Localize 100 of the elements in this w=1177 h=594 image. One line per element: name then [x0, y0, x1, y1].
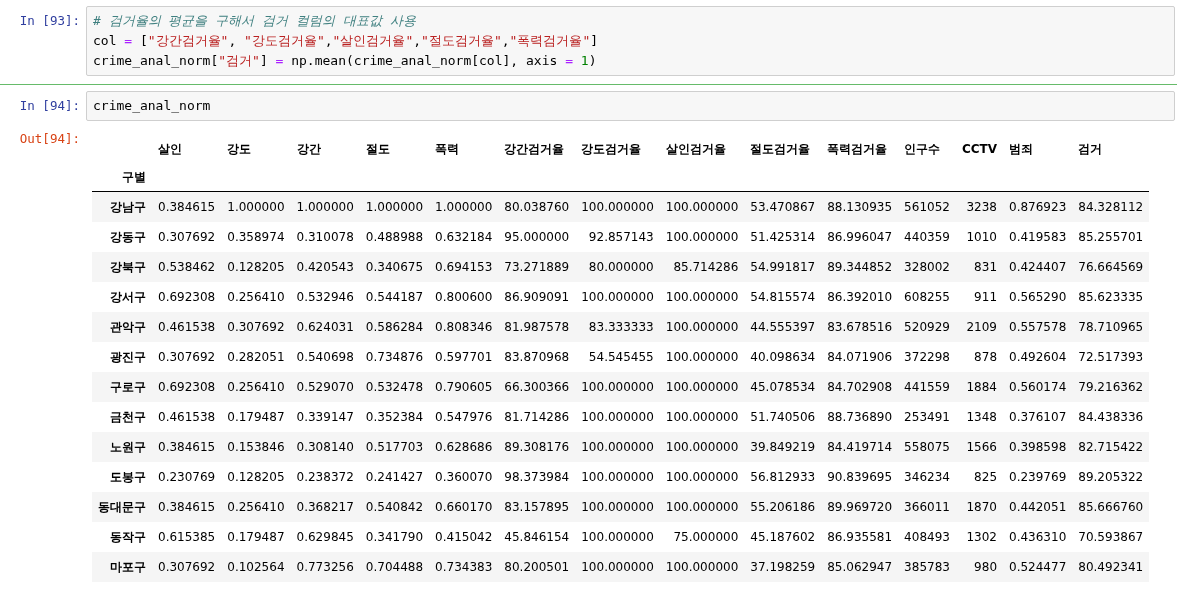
- table-cell: 88.130935: [821, 191, 899, 222]
- table-cell: 0.128205: [221, 462, 291, 492]
- table-cell: 385783: [898, 552, 956, 582]
- table-cell: 0.624031: [290, 312, 360, 342]
- code-cell[interactable]: # 검거율의 평균을 구해서 검거 컬럼의 대표값 사용 col = ["강간검거율", "강도검거율","살인검거율","절도검거율","폭력검거율"] crime_anal_norm["검거"] = np.mean(crime_anal_norm[col], axis = 1): [86, 6, 1175, 76]
- table-cell: 0.340675: [359, 252, 430, 282]
- table-cell: 66.300366: [498, 372, 576, 402]
- table-cell: 0.461538: [152, 312, 222, 342]
- table-cell: 84.438336: [1072, 402, 1150, 432]
- row-label: 강동구: [92, 222, 152, 252]
- column-header: 범죄: [1008, 140, 1034, 158]
- table-cell: 0.307692: [152, 552, 222, 582]
- table-cell: 86.909091: [498, 282, 576, 312]
- table-cell: 75.000000: [659, 522, 745, 552]
- row-label: 도봉구: [92, 462, 152, 492]
- table-cell: 1.000000: [429, 191, 499, 222]
- table-cell: 980: [955, 552, 1003, 582]
- table-cell: 0.341790: [359, 522, 430, 552]
- table-cell: 408493: [898, 522, 956, 552]
- row-label: 광진구: [92, 342, 152, 372]
- table-cell: 83.333333: [575, 312, 660, 342]
- table-cell: 0.384615: [152, 191, 222, 222]
- table-cell: 84.702908: [821, 372, 899, 402]
- table-cell: 86.996047: [821, 222, 899, 252]
- column-header: 강간: [295, 140, 322, 158]
- table-cell: 56.812933: [744, 462, 822, 492]
- table-cell: 89.308176: [498, 432, 576, 462]
- table-cell: 85.062947: [821, 552, 899, 582]
- table-cell: 1302: [955, 522, 1003, 552]
- row-label: 마포구: [92, 552, 152, 582]
- table-cell: 82.715422: [1072, 432, 1150, 462]
- table-cell: 878: [955, 342, 1003, 372]
- table-cell: 0.488988: [359, 222, 430, 252]
- table-cell: 0.179487: [221, 402, 291, 432]
- table-cell: 0.597701: [429, 342, 499, 372]
- column-header: 폭력: [434, 140, 461, 158]
- table-cell: 0.424407: [1003, 252, 1073, 282]
- table-cell: 0.529070: [290, 372, 360, 402]
- table-cell: 0.734876: [359, 342, 430, 372]
- table-cell: 253491: [898, 402, 956, 432]
- table-cell: 86.392010: [821, 282, 899, 312]
- table-cell: 84.419714: [821, 432, 899, 462]
- table-cell: 80.492341: [1072, 552, 1150, 582]
- table-cell: 100.000000: [659, 372, 745, 402]
- table-cell: 0.368217: [290, 492, 360, 522]
- table-cell: 100.000000: [575, 372, 660, 402]
- table-cell: 558075: [898, 432, 956, 462]
- table-cell: 100.000000: [659, 222, 745, 252]
- table-cell: 72.517393: [1072, 342, 1150, 372]
- table-cell: 1884: [955, 372, 1003, 402]
- column-header: 폭력검거율: [826, 140, 889, 158]
- table-cell: 0.358974: [221, 222, 291, 252]
- table-cell: 51.740506: [744, 402, 822, 432]
- input-prompt: In [93]:: [18, 12, 81, 28]
- index-name: 구별: [92, 163, 152, 192]
- table-cell: 88.736890: [821, 402, 899, 432]
- table-cell: 100.000000: [575, 492, 660, 522]
- table-cell: 100.000000: [659, 552, 745, 582]
- table-cell: 100.000000: [659, 462, 745, 492]
- table-cell: 95.000000: [498, 222, 576, 252]
- table-cell: 100.000000: [659, 492, 745, 522]
- table-cell: 0.524477: [1003, 552, 1073, 582]
- table-cell: 0.282051: [221, 342, 291, 372]
- table-cell: 100.000000: [659, 282, 745, 312]
- table-cell: 39.849219: [744, 432, 822, 462]
- table-cell: 0.517703: [359, 432, 430, 462]
- table-cell: 45.187602: [744, 522, 822, 552]
- table-cell: 1566: [955, 432, 1003, 462]
- table-cell: 0.310078: [290, 222, 360, 252]
- table-cell: 86.935581: [821, 522, 899, 552]
- column-header: 강간검거율: [503, 140, 566, 158]
- table-cell: 0.230769: [152, 462, 222, 492]
- table-cell: 0.544187: [359, 282, 430, 312]
- table-cell: 561052: [898, 191, 956, 222]
- table-cell: 100.000000: [575, 552, 660, 582]
- row-label: 관악구: [92, 312, 152, 342]
- table-cell: 0.153846: [221, 432, 291, 462]
- table-cell: 0.692308: [152, 372, 222, 402]
- table-cell: 100.000000: [659, 432, 745, 462]
- code-cell[interactable]: crime_anal_norm: [86, 91, 1175, 121]
- table-cell: 85.666760: [1072, 492, 1150, 522]
- table-cell: 0.808346: [429, 312, 499, 342]
- table-cell: 1.000000: [290, 191, 360, 222]
- table-cell: 79.216362: [1072, 372, 1150, 402]
- table-cell: 45.846154: [498, 522, 576, 552]
- table-cell: 1870: [955, 492, 1003, 522]
- table-cell: 3238: [955, 191, 1003, 222]
- table-cell: 0.532946: [290, 282, 360, 312]
- table-cell: 1.000000: [221, 191, 291, 222]
- table-cell: 0.704488: [359, 552, 430, 582]
- output-prompt: Out[94]:: [18, 131, 81, 146]
- table-cell: 89.344852: [821, 252, 899, 282]
- table-cell: 85.255701: [1072, 222, 1150, 252]
- table-cell: 346234: [898, 462, 956, 492]
- table-cell: 0.790605: [429, 372, 499, 402]
- table-cell: 0.339147: [290, 402, 360, 432]
- table-cell: 98.373984: [498, 462, 576, 492]
- table-cell: 100.000000: [659, 402, 745, 432]
- column-header: 강도: [226, 140, 253, 158]
- table-cell: 0.565290: [1003, 282, 1073, 312]
